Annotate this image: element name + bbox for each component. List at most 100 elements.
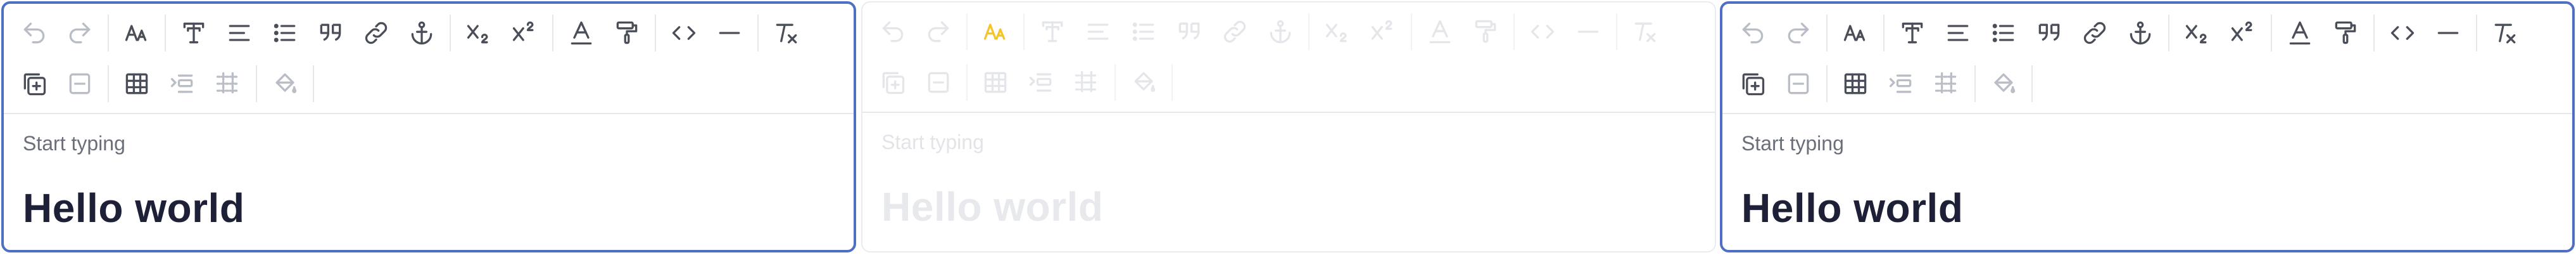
table-button[interactable]: [1838, 66, 1873, 101]
bullet-list-icon: [1992, 23, 2014, 43]
format-painter-button[interactable]: [1468, 14, 1503, 49]
code-button[interactable]: [666, 15, 702, 51]
anchor-button[interactable]: [2123, 15, 2158, 51]
indent-button[interactable]: [165, 66, 200, 101]
code-icon: [672, 26, 696, 40]
horizontal-rule-icon: [2437, 32, 2459, 34]
anchor-icon: [1270, 20, 1291, 44]
anchor-button[interactable]: [404, 15, 439, 51]
editor-heading[interactable]: Hello world: [23, 184, 854, 232]
editor-heading[interactable]: Hello world: [1741, 184, 2572, 232]
rich-text-editor-2[interactable]: Start typing Hello world: [861, 1, 1716, 252]
align-icon: [1087, 23, 1109, 40]
clear-format-button[interactable]: [769, 15, 804, 51]
table-grid-button[interactable]: [1069, 65, 1104, 100]
superscript-button[interactable]: [2225, 15, 2261, 51]
toolbar-row-2: [862, 57, 1183, 108]
superscript-icon: [512, 21, 534, 41]
remove-button[interactable]: [62, 66, 98, 101]
superscript-button[interactable]: [1365, 14, 1401, 49]
undo-icon: [882, 21, 904, 43]
bullet-list-button[interactable]: [1986, 15, 2021, 51]
align-button[interactable]: [222, 15, 257, 51]
remove-button[interactable]: [1781, 66, 1816, 101]
table-grid-button[interactable]: [210, 66, 246, 101]
add-table-button[interactable]: [875, 65, 911, 100]
link-button[interactable]: [358, 15, 394, 51]
text-style-button[interactable]: [1895, 15, 1930, 51]
table-grid-icon: [1075, 70, 1099, 95]
fill-color-button[interactable]: [1986, 66, 2021, 101]
editor-content[interactable]: Start typing Hello world: [1722, 114, 2572, 232]
font-size-button[interactable]: [119, 15, 155, 51]
table-button[interactable]: [978, 65, 1013, 100]
code-button[interactable]: [2385, 15, 2420, 51]
code-button[interactable]: [1525, 14, 1560, 49]
table-icon: [984, 72, 1007, 93]
indent-button[interactable]: [1023, 65, 1059, 100]
quote-button[interactable]: [2031, 15, 2067, 51]
format-painter-icon: [616, 21, 638, 44]
editor-content[interactable]: Start typing Hello world: [862, 113, 1715, 231]
clear-format-button[interactable]: [2487, 15, 2523, 51]
undo-button[interactable]: [875, 14, 911, 49]
undo-button[interactable]: [1735, 15, 1771, 51]
table-grid-button[interactable]: [1929, 66, 1964, 101]
horizontal-rule-button[interactable]: [1570, 14, 1606, 49]
rich-text-editor-1[interactable]: Start typing Hello world: [1, 1, 856, 252]
fill-color-button[interactable]: [1126, 65, 1161, 100]
superscript-button[interactable]: [507, 15, 542, 51]
add-table-button[interactable]: [16, 66, 52, 101]
horizontal-rule-button[interactable]: [712, 15, 747, 51]
redo-button[interactable]: [1781, 15, 1816, 51]
toolbar-divider: [2168, 15, 2169, 51]
format-painter-icon: [2335, 21, 2356, 44]
clear-format-button[interactable]: [1627, 14, 1663, 49]
table-grid-icon: [1935, 72, 1959, 96]
format-painter-icon: [1475, 20, 1496, 43]
text-color-button[interactable]: [2282, 15, 2318, 51]
subscript-button[interactable]: [461, 15, 496, 51]
toolbar-divider: [165, 15, 166, 51]
undo-button[interactable]: [16, 15, 52, 51]
link-button[interactable]: [2077, 15, 2112, 51]
align-button[interactable]: [1080, 14, 1116, 49]
toolbar-row-2: [4, 58, 324, 109]
font-size-button[interactable]: [1838, 15, 1873, 51]
quote-button[interactable]: [313, 15, 348, 51]
redo-button[interactable]: [921, 14, 956, 49]
format-painter-button[interactable]: [609, 15, 645, 51]
text-color-button[interactable]: [564, 15, 599, 51]
editor-content[interactable]: Start typing Hello world: [4, 114, 854, 232]
remove-button[interactable]: [921, 65, 956, 100]
redo-button[interactable]: [62, 15, 98, 51]
format-painter-button[interactable]: [2328, 15, 2363, 51]
clear-format-icon: [1634, 22, 1656, 43]
text-color-button[interactable]: [1422, 14, 1458, 49]
align-icon: [1947, 25, 1969, 41]
remove-icon: [1788, 73, 1809, 95]
indent-button[interactable]: [1883, 66, 1919, 101]
link-button[interactable]: [1217, 14, 1253, 49]
bullet-list-button[interactable]: [267, 15, 303, 51]
text-style-button[interactable]: [1035, 14, 1070, 49]
anchor-button[interactable]: [1263, 14, 1298, 49]
toolbar-divider: [1883, 15, 1885, 51]
subscript-button[interactable]: [1320, 14, 1355, 49]
add-table-button[interactable]: [1735, 66, 1771, 101]
fill-color-button[interactable]: [267, 66, 303, 101]
bullet-list-button[interactable]: [1126, 14, 1161, 49]
font-size-button[interactable]: [978, 14, 1013, 49]
editor-row: Start typing Hello world Start typing He…: [0, 0, 2576, 255]
align-button[interactable]: [1940, 15, 1976, 51]
editor-placeholder: Start typing: [1741, 132, 1844, 155]
subscript-button[interactable]: [2180, 15, 2215, 51]
editor-heading[interactable]: Hello world: [881, 183, 1715, 231]
horizontal-rule-button[interactable]: [2430, 15, 2466, 51]
text-style-button[interactable]: [176, 15, 212, 51]
rich-text-editor-3[interactable]: Start typing Hello world: [1720, 1, 2575, 252]
remove-icon: [928, 72, 949, 93]
table-button[interactable]: [119, 66, 155, 101]
quote-button[interactable]: [1171, 14, 1207, 49]
editor-toolbar: [4, 4, 854, 114]
